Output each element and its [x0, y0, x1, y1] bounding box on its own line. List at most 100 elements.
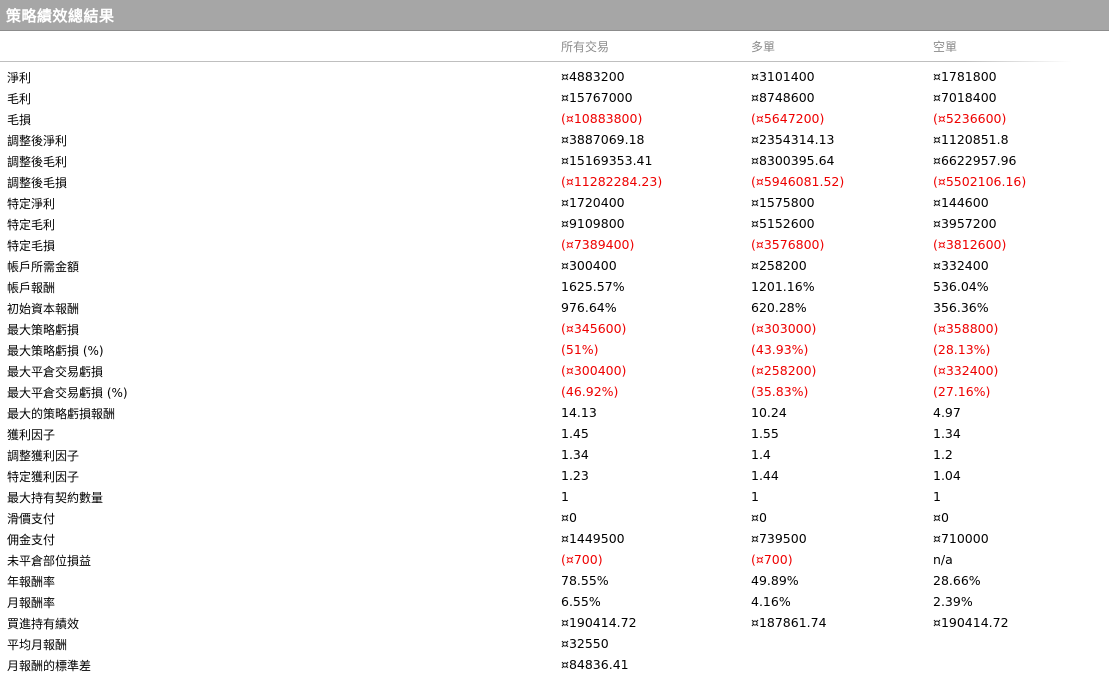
header-divider	[0, 61, 1072, 62]
value-short: 356.36%	[933, 300, 989, 315]
value-short: 4.97	[933, 405, 961, 420]
row-label: 最大策略虧損	[7, 323, 80, 337]
row-label: 特定毛損	[7, 239, 56, 253]
row-label: 最大的策略虧損報酬	[7, 407, 116, 421]
row-label: 月報酬率	[7, 596, 56, 610]
value-long: ¤8748600	[751, 90, 815, 105]
column-header-all-trades: 所有交易	[561, 40, 610, 54]
value-all-trades: ¤190414.72	[561, 615, 637, 630]
value-long: (¤258200)	[751, 363, 817, 378]
table-row: 調整後毛損 (¤11282284.23) (¤5946081.52) (¤550210…	[0, 172, 1109, 193]
value-short: 1.04	[933, 468, 961, 483]
table-row: 年報酬率 78.55% 49.89% 28.66%	[0, 571, 1109, 592]
value-all-trades: 14.13	[561, 405, 597, 420]
value-short: ¤1781800	[933, 69, 997, 84]
row-label: 特定獲利因子	[7, 470, 80, 484]
row-label: 特定毛利	[7, 218, 56, 232]
table-row: 特定淨利 ¤1720400 ¤1575800 ¤144600	[0, 193, 1109, 214]
value-long: (¤5647200)	[751, 111, 825, 126]
row-label: 調整獲利因子	[7, 449, 80, 463]
value-short: (¤5236600)	[933, 111, 1007, 126]
value-all-trades: 1	[561, 489, 569, 504]
value-long: 10.24	[751, 405, 787, 420]
value-long: ¤8300395.64	[751, 153, 835, 168]
table-row: 滑價支付 ¤0 ¤0 ¤0	[0, 508, 1109, 529]
value-long: ¤1575800	[751, 195, 815, 210]
value-short: ¤1120851.8	[933, 132, 1009, 147]
table-row: 帳戶報酬 1625.57% 1201.16% 536.04%	[0, 277, 1109, 298]
value-all-trades: (¤11282284.23)	[561, 174, 663, 189]
value-all-trades: ¤3887069.18	[561, 132, 645, 147]
row-label: 最大持有契約數量	[7, 491, 104, 505]
row-label: 毛損	[7, 113, 32, 127]
row-label: 獲利因子	[7, 428, 56, 442]
table-row: 最大的策略虧損報酬 14.13 10.24 4.97	[0, 403, 1109, 424]
row-label: 初始資本報酬	[7, 302, 80, 316]
value-short: ¤7018400	[933, 90, 997, 105]
row-label: 未平倉部位損益	[7, 554, 92, 568]
value-long: 49.89%	[751, 573, 799, 588]
value-short: ¤3957200	[933, 216, 997, 231]
value-all-trades: 1.45	[561, 426, 589, 441]
value-short: 1.34	[933, 426, 961, 441]
row-label: 最大平倉交易虧損	[7, 365, 104, 379]
value-long: ¤0	[751, 510, 767, 525]
row-label: 滑價支付	[7, 512, 56, 526]
table-row: 平均月報酬 ¤32550	[0, 634, 1109, 655]
column-headers: 所有交易 多單 空單	[0, 38, 1109, 58]
row-label: 最大策略虧損 (%)	[7, 344, 104, 358]
value-short: ¤144600	[933, 195, 989, 210]
value-long: 620.28%	[751, 300, 807, 315]
column-header-long: 多單	[751, 40, 776, 54]
value-all-trades: 976.64%	[561, 300, 617, 315]
table-row: 最大平倉交易虧損 (¤300400) (¤258200) (¤332400)	[0, 361, 1109, 382]
value-short: ¤332400	[933, 258, 989, 273]
value-all-trades: (46.92%)	[561, 384, 619, 399]
value-long: ¤187861.74	[751, 615, 827, 630]
value-all-trades: ¤1449500	[561, 531, 625, 546]
value-short: (28.13%)	[933, 342, 991, 357]
value-all-trades: 78.55%	[561, 573, 609, 588]
value-long: 1	[751, 489, 759, 504]
table-row: 調整後毛利 ¤15169353.41 ¤8300395.64 ¤6622957.96	[0, 151, 1109, 172]
table-row: 調整獲利因子 1.34 1.4 1.2	[0, 445, 1109, 466]
table-row: 特定獲利因子 1.23 1.44 1.04	[0, 466, 1109, 487]
table-row: 最大策略虧損 (¤345600) (¤303000) (¤358800)	[0, 319, 1109, 340]
value-long: 1.4	[751, 447, 771, 462]
row-label: 毛利	[7, 92, 32, 106]
value-all-trades: ¤15767000	[561, 90, 633, 105]
value-long: (¤3576800)	[751, 237, 825, 252]
table-row: 最大平倉交易虧損 (%) (46.92%) (35.83%) (27.16%)	[0, 382, 1109, 403]
value-short: (¤3812600)	[933, 237, 1007, 252]
value-short: ¤6622957.96	[933, 153, 1017, 168]
value-all-trades: ¤1720400	[561, 195, 625, 210]
value-all-trades: 1.34	[561, 447, 589, 462]
value-long: (43.93%)	[751, 342, 809, 357]
table-row: 買進持有績效 ¤190414.72 ¤187861.74 ¤190414.72	[0, 613, 1109, 634]
table-row: 未平倉部位損益 (¤700) (¤700) n/a	[0, 550, 1109, 571]
page-title: 策略績效總結果	[6, 7, 115, 25]
title-bar: 策略績效總結果	[0, 0, 1109, 31]
value-short: 536.04%	[933, 279, 989, 294]
value-all-trades: ¤4883200	[561, 69, 625, 84]
table-row: 最大策略虧損 (%) (51%) (43.93%) (28.13%)	[0, 340, 1109, 361]
row-label: 年報酬率	[7, 575, 56, 589]
value-long: (¤700)	[751, 552, 793, 567]
value-short: (¤5502106.16)	[933, 174, 1027, 189]
table-row: 月報酬的標準差 ¤84836.41	[0, 655, 1109, 676]
table-row: 特定毛損 (¤7389400) (¤3576800) (¤3812600)	[0, 235, 1109, 256]
value-short: 28.66%	[933, 573, 981, 588]
row-label: 淨利	[7, 71, 32, 85]
value-long: ¤5152600	[751, 216, 815, 231]
table-row: 最大持有契約數量 1 1 1	[0, 487, 1109, 508]
table-row: 月報酬率 6.55% 4.16% 2.39%	[0, 592, 1109, 613]
value-long: ¤3101400	[751, 69, 815, 84]
table-row: 淨利 ¤4883200 ¤3101400 ¤1781800	[0, 67, 1109, 88]
table-row: 調整後淨利 ¤3887069.18 ¤2354314.13 ¤1120851.8	[0, 130, 1109, 151]
row-label: 佣金支付	[7, 533, 56, 547]
value-all-trades: (¤345600)	[561, 321, 627, 336]
value-all-trades: (¤7389400)	[561, 237, 635, 252]
value-short: (27.16%)	[933, 384, 991, 399]
value-long: 1.44	[751, 468, 779, 483]
value-short: 1.2	[933, 447, 953, 462]
